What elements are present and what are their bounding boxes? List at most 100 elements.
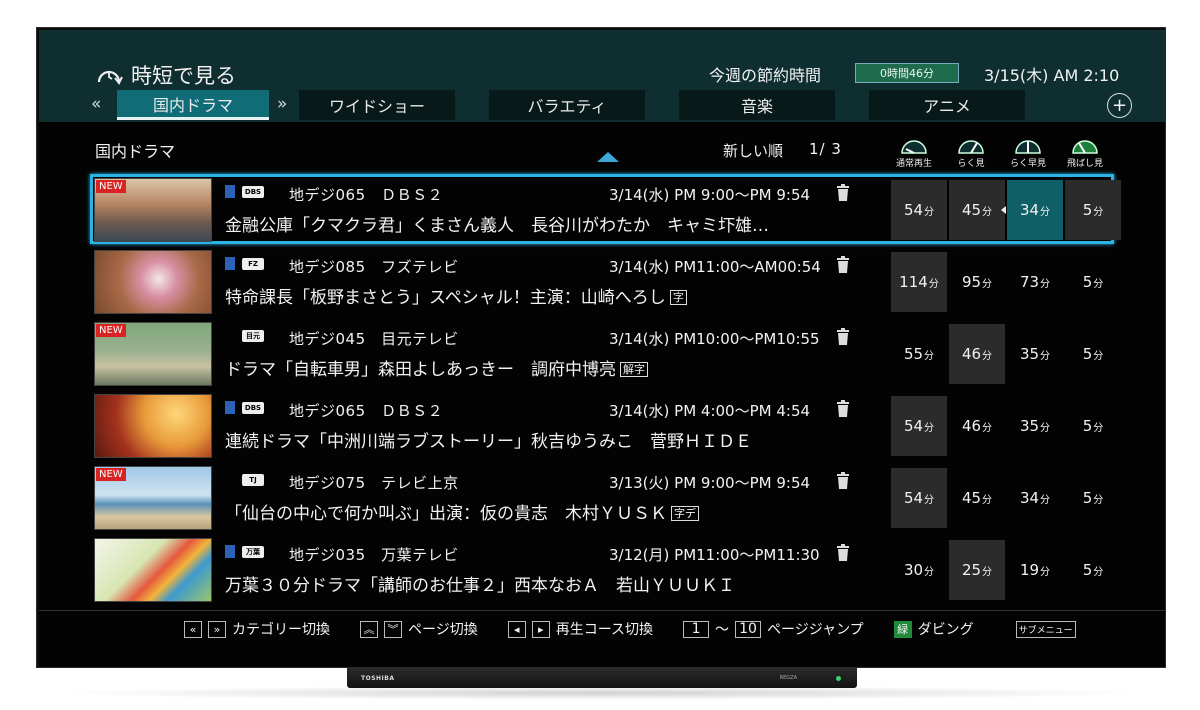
tab-prev-arrow[interactable]: « xyxy=(91,94,101,114)
duration-skip[interactable]: 5分 xyxy=(1065,396,1121,456)
tab-next-arrow[interactable]: » xyxy=(277,94,287,114)
duration-normal[interactable]: 55 分 xyxy=(891,324,947,384)
duration-skip[interactable]: 5分 xyxy=(1065,180,1121,240)
trash-icon[interactable] xyxy=(836,256,850,273)
duration-easy-fast[interactable]: 34 分 xyxy=(1007,180,1063,240)
duration-skip[interactable]: 5分 xyxy=(1065,252,1121,312)
gauge-normal-icon xyxy=(901,140,927,154)
caption-tag: 字 xyxy=(669,290,687,305)
tab-wideshow[interactable]: ワイドショー xyxy=(299,90,455,120)
program-channel: 地デジ065 ＤＢＳ２ xyxy=(289,402,444,420)
program-row[interactable]: NEW DBS 地デジ065 ＤＢＳ２ 3/14(水) PM 9:00〜PM 9… xyxy=(90,174,1121,244)
program-row[interactable]: NEW TJ 地デジ075 テレビ上京 3/13(火) PM 9:00〜PM 9… xyxy=(91,464,1113,532)
app-title: 時短で見る xyxy=(95,60,236,90)
clock-arrow-icon xyxy=(97,70,123,85)
program-row[interactable]: FZ 地デジ085 フズテレビ 3/14(水) PM11:00〜AM00:54 … xyxy=(91,248,1113,316)
program-thumbnail: NEW xyxy=(94,466,212,530)
course-left-key[interactable]: ◂ xyxy=(507,620,526,638)
duration-normal[interactable]: 54 分 xyxy=(891,180,947,240)
duration-easy[interactable]: 46 分 xyxy=(949,396,1005,456)
duration-easy-fast[interactable]: 35 分 xyxy=(1007,396,1063,456)
duration-normal[interactable]: 54 分 xyxy=(891,468,947,528)
trash-icon[interactable] xyxy=(836,472,850,489)
category-next-key[interactable]: » xyxy=(208,620,226,638)
duration-easy[interactable]: 25 分 xyxy=(949,540,1005,600)
duration-easy-fast[interactable]: 73 分 xyxy=(1007,252,1063,312)
duration-normal[interactable]: 114 分 xyxy=(891,252,947,312)
program-thumbnail xyxy=(94,250,212,314)
left-arrow-icon xyxy=(1001,206,1006,214)
network-logo-icon: FZ xyxy=(242,257,264,270)
caption-tag: 解字 xyxy=(620,362,648,377)
trash-icon[interactable] xyxy=(836,544,850,561)
trash-icon[interactable] xyxy=(836,400,850,417)
page-jump-label: ページジャンプ xyxy=(767,622,864,638)
blank-mark xyxy=(225,473,235,486)
page-switch-label: ページ切換 xyxy=(408,622,478,638)
category-switch-label: カテゴリー切換 xyxy=(232,622,330,638)
duration-easy-fast[interactable]: 19 分 xyxy=(1007,540,1063,600)
duration-easy[interactable]: 45 分 xyxy=(949,180,1005,240)
program-title: 連続ドラマ「中洲川端ラブストーリー」秋吉ゆうみこ 菅野ＨＩＤＥ xyxy=(225,432,752,452)
mode-skip: 飛ばし見 xyxy=(1059,133,1111,169)
duration-skip[interactable]: 5分 xyxy=(1065,540,1121,600)
page-up-key[interactable]: ︽ xyxy=(360,620,378,638)
program-row[interactable]: NEW 目元 地デジ045 目元テレビ 3/14(水) PM10:00〜PM10… xyxy=(91,320,1113,388)
program-thumbnail xyxy=(94,394,212,458)
tab-variety[interactable]: バラエティ xyxy=(489,90,645,120)
floor-shadow xyxy=(50,686,1150,700)
course-switch-label: 再生コース切換 xyxy=(555,622,654,638)
page-down-key[interactable]: ︾ xyxy=(384,620,402,638)
program-time: 3/14(水) PM11:00〜AM00:54 xyxy=(609,258,821,276)
list-category: 国内ドラマ xyxy=(95,142,176,161)
dubbing-label: ダビング xyxy=(917,622,974,638)
category-prev-key[interactable]: « xyxy=(184,620,202,638)
tab-music[interactable]: 音楽 xyxy=(679,90,835,120)
tv-frame: 時短で見る 今週の節約時間 0時間46分 3/15(木) AM 2:10 « 国… xyxy=(36,27,1166,668)
footer-divider xyxy=(39,610,1165,611)
savings-value: 0時間46分 xyxy=(855,63,959,83)
course-right-key[interactable]: ▸ xyxy=(531,620,550,638)
tab-anime[interactable]: アニメ xyxy=(869,90,1025,120)
network-logo-icon: TJ xyxy=(242,473,264,486)
add-tab-button[interactable]: + xyxy=(1107,93,1132,118)
duration-normal[interactable]: 30 分 xyxy=(891,540,947,600)
program-row[interactable]: DBS 地デジ065 ＤＢＳ２ 3/14(水) PM 4:00〜PM 4:54 … xyxy=(91,392,1113,460)
duration-easy[interactable]: 46 分 xyxy=(949,324,1005,384)
gauge-easy-icon xyxy=(958,140,984,154)
trash-icon[interactable] xyxy=(836,328,850,345)
jump-from-key[interactable]: 1 xyxy=(683,620,710,638)
duration-easy-fast[interactable]: 34 分 xyxy=(1007,468,1063,528)
sort-order[interactable]: 新しい順 xyxy=(723,140,783,161)
new-badge: NEW xyxy=(96,468,126,481)
category-tabs: « 国内ドラマ » ワイドショー バラエティ 音楽 アニメ + xyxy=(87,90,1157,120)
program-channel: 地デジ085 フズテレビ xyxy=(289,258,459,276)
trash-icon[interactable] xyxy=(836,184,850,201)
tv-stand: TOSHIBA REGZA xyxy=(347,668,857,688)
program-title: 金融公庫「クマクラ君」くまさん義人 長谷川がわたか キャミ圷雄… xyxy=(225,216,769,236)
network-logo-icon: 万葉 xyxy=(242,545,264,558)
jump-to-key[interactable]: 10 xyxy=(735,620,762,638)
duration-easy[interactable]: 95 分 xyxy=(949,252,1005,312)
program-channel: 地デジ065 ＤＢＳ２ xyxy=(289,186,444,204)
footer-guide: « » カテゴリー切換 ︽ ︾ ページ切換 ◂ ▸ 再生コース切換 1 〜 10 ペー… xyxy=(184,618,1076,640)
scroll-up-icon[interactable] xyxy=(597,152,619,162)
program-row[interactable]: 万葉 地デジ035 万葉テレビ 3/12(月) PM11:00〜PM11:30 … xyxy=(91,536,1113,604)
duration-normal[interactable]: 54 分 xyxy=(891,396,947,456)
mode-normal: 通常再生 xyxy=(888,133,940,169)
duration-skip[interactable]: 5分 xyxy=(1065,324,1121,384)
savings-label: 今週の節約時間 xyxy=(709,66,822,85)
duration-easy-fast[interactable]: 35 分 xyxy=(1007,324,1063,384)
duration-easy[interactable]: 45 分 xyxy=(949,468,1005,528)
program-title: 「仙台の中心で何か叫ぶ」出演：仮の貴志 木村ＹＵＳＫ 字デ xyxy=(225,499,699,524)
program-time: 3/14(水) PM 9:00〜PM 9:54 xyxy=(609,186,811,204)
tab-domestic-drama[interactable]: 国内ドラマ xyxy=(117,90,269,120)
blank-mark xyxy=(225,329,235,342)
duration-skip[interactable]: 5分 xyxy=(1065,468,1121,528)
mode-easy-fast: らく早見 xyxy=(1002,133,1054,169)
green-key[interactable]: 緑 xyxy=(893,620,912,638)
gauge-skip-icon xyxy=(1072,140,1098,154)
submenu-key[interactable]: サブメニュー xyxy=(1015,620,1076,638)
gauge-easy-fast-icon xyxy=(1015,140,1041,154)
program-thumbnail: NEW xyxy=(94,178,212,242)
